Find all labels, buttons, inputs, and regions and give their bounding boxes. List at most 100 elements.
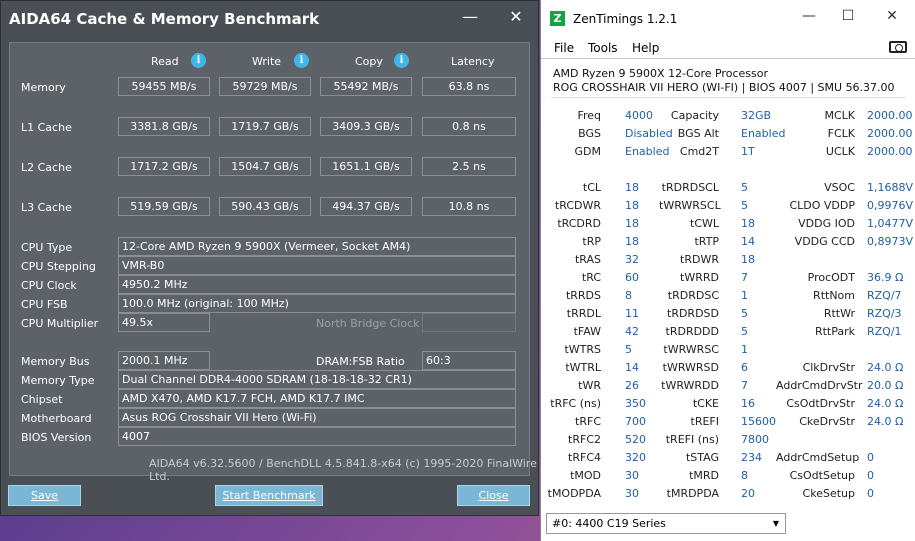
cpu-multiplier-value: 49.5x (118, 313, 210, 332)
write-value: 59729 MB/s (219, 77, 311, 96)
timing-label: FCLK (827, 127, 855, 140)
timing-label: VDDG CCD (794, 235, 855, 248)
timing-value: 24.0 Ω (867, 361, 904, 374)
timing-label: tRRDL (566, 307, 601, 320)
timing-label: tWRRD (680, 271, 719, 284)
window-title: ZenTimings 1.2.1 (573, 12, 678, 26)
latency-header: Latency (451, 55, 495, 68)
timing-label: tCL (582, 181, 601, 194)
north-bridge-value (422, 313, 516, 332)
timing-label: tWR (578, 379, 601, 392)
timing-value: 1 (741, 343, 748, 356)
timing-label: tRFC (ns) (550, 397, 601, 410)
memory-type-value: Dual Channel DDR4-4000 SDRAM (18-18-18-3… (118, 370, 516, 389)
copy-value: 55492 MB/s (320, 77, 412, 96)
save-button[interactable]: Save (8, 485, 81, 506)
close-icon[interactable]: ✕ (881, 8, 903, 24)
cpu-fsb-value: 100.0 MHz (original: 100 MHz) (118, 294, 516, 313)
timing-label: CkeDrvStr (799, 415, 855, 428)
divider (551, 97, 906, 98)
close-icon[interactable]: ✕ (505, 7, 527, 27)
timing-label: VSOC (824, 181, 855, 194)
timing-label: tRDRDSC (667, 289, 719, 302)
timing-label: CsOdtSetup (789, 469, 855, 482)
dram-fsb-ratio-value: 60:3 (422, 351, 516, 370)
timing-label: AddrCmdSetup (776, 451, 860, 464)
menu-help[interactable]: Help (632, 41, 659, 55)
timing-value: 0,9976V (867, 199, 914, 212)
copy-value: 3409.3 GB/s (320, 117, 412, 136)
bios-version-label: BIOS Version (21, 431, 92, 444)
cpu-stepping-value: VMR-B0 (118, 256, 516, 275)
timing-label: tRCDRD (557, 217, 601, 230)
timing-value: 0 (867, 469, 874, 482)
timing-value: 7800 (741, 433, 769, 446)
info-icon[interactable]: i (191, 53, 206, 68)
chevron-down-icon: ▼ (772, 519, 779, 528)
zentimings-logo-icon: Z (550, 11, 565, 26)
memory-profile-select[interactable]: #0: 4400 C19 Series ▼ (546, 513, 786, 534)
copy-header: Copy (355, 55, 383, 68)
latency-value: 0.8 ns (422, 117, 516, 136)
motherboard-value: Asus ROG Crosshair VII Hero (Wi-Fi) (118, 408, 516, 427)
info-icon[interactable]: i (294, 53, 309, 68)
timing-value: 1,0477V (867, 217, 914, 230)
cpu-multiplier-label: CPU Multiplier (21, 317, 99, 330)
memory-type-label: Memory Type (21, 374, 95, 387)
cpu-stepping-label: CPU Stepping (21, 260, 96, 273)
menu-file[interactable]: File (554, 41, 574, 55)
timing-label: tRDRDDD (665, 325, 719, 338)
start-benchmark-button[interactable]: Start Benchmark (215, 485, 323, 506)
timing-label: RttNom (813, 289, 855, 302)
timing-label: UCLK (825, 145, 855, 158)
timing-label: tRFC (575, 415, 601, 428)
bios-version-value: 4007 (118, 427, 516, 446)
timing-label: CLDO VDDP (789, 199, 855, 212)
cpu-name: AMD Ryzen 9 5900X 12-Core Processor (553, 67, 768, 80)
aida64-window: AIDA64 Cache & Memory Benchmark — ✕ Read… (0, 0, 539, 516)
timing-label: tWTRL (565, 361, 601, 374)
cpu-clock-label: CPU Clock (21, 279, 77, 292)
minimize-button[interactable]: — (798, 8, 820, 24)
row-label: L2 Cache (21, 161, 72, 174)
timing-label: tRCDWR (554, 199, 601, 212)
timing-label: tSTAG (685, 451, 719, 464)
title-bar: AIDA64 Cache & Memory Benchmark — ✕ (1, 1, 538, 37)
timing-value: 18 (741, 253, 755, 266)
timing-label: BGS Alt (677, 127, 719, 140)
timing-label: BGS (578, 127, 601, 140)
timing-label: tREFI (690, 415, 719, 428)
timing-label: tWRWRSD (662, 361, 719, 374)
info-icon[interactable]: i (394, 53, 409, 68)
row-label: L3 Cache (21, 201, 72, 214)
camera-icon[interactable] (889, 41, 907, 53)
memory-bus-value: 2000.1 MHz (118, 351, 210, 370)
minimize-button[interactable]: — (459, 7, 481, 27)
version-footer: AIDA64 v6.32.5600 / BenchDLL 4.5.841.8-x… (149, 457, 537, 483)
latency-value: 2.5 ns (422, 157, 516, 176)
timing-label: tWRWRSCL (659, 199, 721, 212)
window-title: AIDA64 Cache & Memory Benchmark (9, 10, 320, 28)
profile-value: #0: 4400 C19 Series (552, 517, 666, 530)
close-button[interactable]: Close (457, 485, 530, 506)
board-info: ROG CROSSHAIR VII HERO (WI-FI) | BIOS 40… (553, 81, 895, 94)
timing-label: tRTP (694, 235, 719, 248)
timing-label: tMOD (570, 469, 601, 482)
timing-label: RttPark (814, 325, 855, 338)
menu-tools[interactable]: Tools (588, 41, 618, 55)
timing-value: 24.0 Ω (867, 397, 904, 410)
copy-value: 494.37 GB/s (320, 197, 412, 216)
timing-label: tMRD (689, 469, 719, 482)
cpu-clock-value: 4950.2 MHz (118, 275, 516, 294)
row-label: L1 Cache (21, 121, 72, 134)
read-value: 519.59 GB/s (118, 197, 210, 216)
maximize-button[interactable]: ☐ (837, 8, 859, 24)
timing-label: Capacity (670, 109, 719, 122)
timing-label: VDDG IOD (798, 217, 855, 230)
timing-label: ClkDrvStr (802, 361, 855, 374)
write-header: Write (252, 55, 282, 68)
read-value: 59455 MB/s (118, 77, 210, 96)
timing-label: tWRWRSC (663, 343, 719, 356)
timing-value: 0 (867, 451, 874, 464)
timing-label: tFAW (573, 325, 601, 338)
